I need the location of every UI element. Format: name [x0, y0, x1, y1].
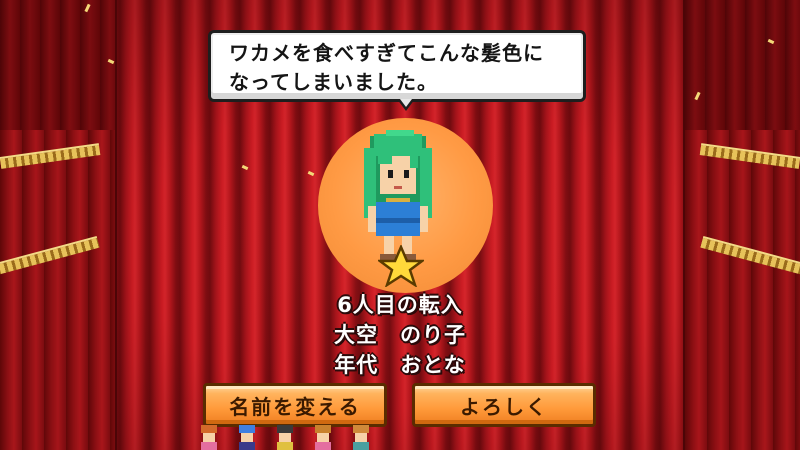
arrival-order-text: 6人目の転入 — [337, 293, 463, 317]
right-side-curtain — [683, 0, 800, 450]
resident-sprite — [315, 425, 331, 450]
residents-row — [195, 425, 385, 450]
age-group-text: 年代 おとな — [334, 353, 466, 377]
star-icon — [378, 245, 424, 287]
ok-button[interactable]: よろしく — [412, 383, 596, 427]
left-side-curtain — [0, 0, 117, 450]
resident-sprite — [239, 425, 255, 450]
speech-line-1: ワカメを食べすぎてこんな髪色に — [229, 41, 544, 65]
resident-sprite — [353, 425, 369, 450]
speech-line-2: なってしまいました。 — [229, 70, 438, 94]
speech-bubble-tail-inner — [400, 99, 412, 107]
rename-button[interactable]: 名前を変える — [203, 383, 387, 427]
resident-sprite — [201, 425, 217, 450]
resident-sprite — [277, 425, 293, 450]
resident-name-text: 大空 のり子 — [334, 323, 466, 347]
speech-bubble: ワカメを食べすぎてこんな髪色に なってしまいました。 — [208, 30, 586, 102]
